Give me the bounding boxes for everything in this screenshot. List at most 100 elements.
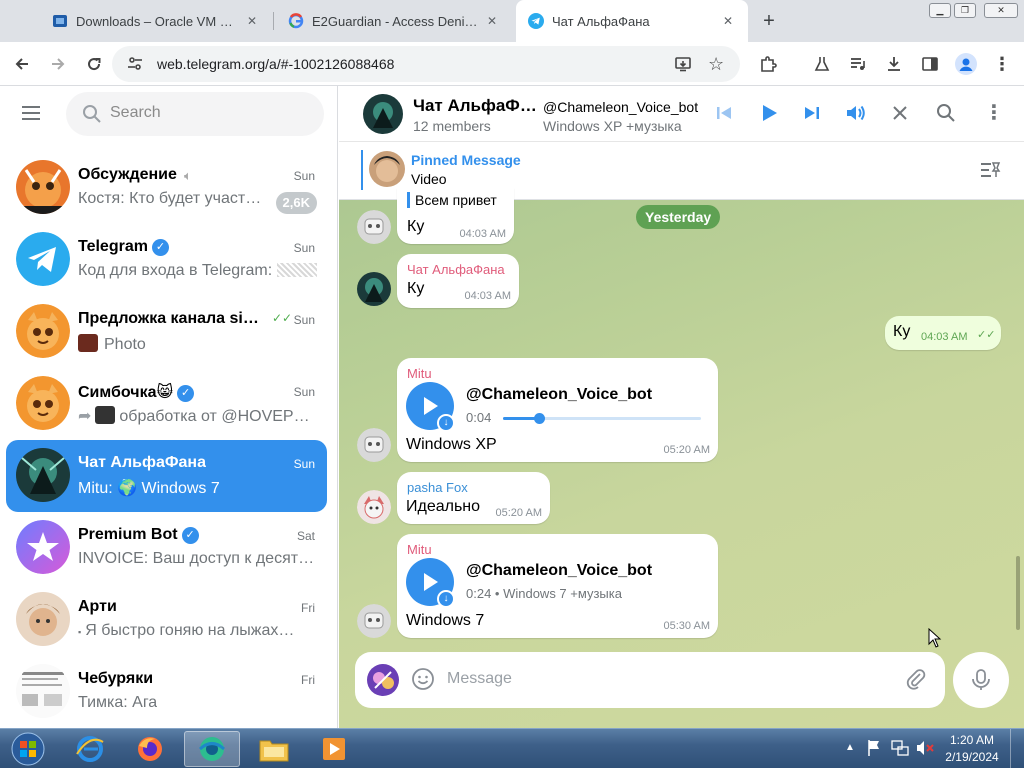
chat-name: Чебуряки	[78, 670, 154, 687]
clock-time[interactable]: 1:20 AM	[944, 733, 1000, 747]
action-center-flag-icon[interactable]	[866, 739, 882, 762]
chat-item-telegram[interactable]: Telegram ✓ Sun Код для входа в Telegram:	[6, 224, 327, 296]
firefox-icon[interactable]	[122, 731, 178, 767]
skip-previous-icon[interactable]	[715, 104, 733, 127]
star-bookmark-icon[interactable]: ☆	[708, 54, 724, 75]
tab-virtualbox[interactable]: Downloads – Oracle VM VirtualBox ✕	[40, 0, 272, 42]
sender-avatar[interactable]	[357, 210, 391, 244]
chat-item-arti[interactable]: Арти Fri ▪︎ Я быстро гоняю на лыжах…	[6, 584, 327, 656]
muted-icon: 🔈︎	[184, 168, 192, 183]
new-tab-button[interactable]: +	[758, 10, 780, 32]
pinned-thumbnail	[369, 151, 405, 187]
search-icon	[82, 104, 102, 129]
chat-title[interactable]: Чат АльфаФ…	[413, 96, 537, 116]
pinned-list-icon[interactable]	[979, 160, 1001, 185]
sender-name[interactable]: Чат АльфаФана	[407, 262, 505, 277]
profile-button[interactable]	[952, 50, 980, 78]
send-as-avatar[interactable]	[367, 664, 399, 696]
hamburger-menu-icon[interactable]	[20, 104, 42, 127]
browser-taskbar-item[interactable]	[184, 731, 240, 767]
labs-button[interactable]	[808, 50, 836, 78]
site-info-icon[interactable]	[126, 55, 144, 78]
address-bar[interactable]: web.telegram.org/a/#-1002126088468 ☆	[112, 46, 740, 82]
sender-name[interactable]: Mitu	[407, 366, 432, 381]
chat-item-premium-bot[interactable]: Premium Bot ✓ Sat INVOICE: Ваш доступ к д…	[6, 512, 327, 584]
avatar	[16, 520, 70, 574]
file-explorer-icon[interactable]	[246, 731, 302, 767]
message-input[interactable]: Message	[447, 670, 512, 688]
volume-muted-icon[interactable]	[915, 739, 935, 762]
restore-button[interactable]: ❐	[954, 3, 976, 18]
window-close-button[interactable]: ✕	[984, 3, 1018, 18]
reload-button[interactable]	[80, 50, 108, 78]
tab-e2guardian[interactable]: E2Guardian - Access Denied ✕	[276, 0, 512, 42]
sender-avatar[interactable]	[357, 272, 391, 306]
media-control-button[interactable]	[844, 50, 872, 78]
audio-seekbar-handle[interactable]	[533, 413, 545, 424]
volume-icon[interactable]	[845, 103, 867, 128]
menu-kebab-icon[interactable]: ⋮	[988, 50, 1016, 78]
install-app-icon[interactable]	[674, 55, 692, 78]
tab-telegram[interactable]: Чат АльфаФана ✕	[516, 0, 748, 42]
message-composer[interactable]: Message	[355, 652, 945, 708]
network-icon[interactable]	[891, 739, 909, 762]
message-text: Windows 7	[406, 612, 485, 629]
audio-message-bubble[interactable]: Mitu ↓ @Chameleon_Voice_bot 0:24 • Windo…	[397, 534, 718, 638]
chat-time: Sat	[296, 529, 315, 543]
internet-explorer-icon[interactable]	[62, 731, 118, 767]
chat-header: Чат АльфаФ… 12 members @Chameleon_Voice_…	[339, 86, 1024, 142]
download-icon[interactable]: ↓	[437, 590, 455, 608]
chat-avatar[interactable]	[363, 94, 403, 134]
avatar	[16, 160, 70, 214]
downloads-button[interactable]	[880, 50, 908, 78]
emoji-icon[interactable]	[411, 667, 435, 696]
message-bubble[interactable]: pasha Fox Идеально 05:20 AM	[397, 472, 550, 524]
side-panel-button[interactable]	[916, 50, 944, 78]
chat-item-simbochka[interactable]: Симбочка😸 ✓ Sun ➦ обработка от @HOVEPK…	[6, 368, 327, 440]
telegram-icon	[528, 13, 544, 29]
audio-message-bubble[interactable]: Mitu ↓ @Chameleon_Voice_bot 0:04 Windows…	[397, 358, 718, 462]
more-options-icon[interactable]: ⋮	[984, 100, 1004, 125]
scrollbar-thumb[interactable]	[1016, 556, 1020, 630]
show-desktop-button[interactable]	[1010, 729, 1024, 768]
search-icon[interactable]	[936, 103, 956, 128]
clock-date[interactable]: 2/19/2024	[944, 750, 1000, 764]
chat-item-cheburyaki[interactable]: Чебуряки Fri Тимка: Ага	[6, 656, 327, 728]
chat-item-obsuzhdenie[interactable]: Обсуждение 🔈︎ Sun Костя: Кто будет участ…	[6, 152, 327, 224]
forward-button[interactable]	[44, 50, 72, 78]
close-icon[interactable]: ✕	[484, 13, 500, 29]
download-icon[interactable]: ↓	[437, 414, 455, 432]
chat-item-predlozhka[interactable]: Предложка канала sim… ✓✓ Sun Photo	[6, 296, 327, 368]
play-icon[interactable]	[759, 103, 779, 128]
virtualbox-icon	[52, 13, 68, 29]
sender-avatar[interactable]	[357, 490, 391, 524]
player-title[interactable]: @Chameleon_Voice_bot	[543, 99, 698, 115]
voice-record-button[interactable]	[953, 652, 1009, 708]
audio-seekbar[interactable]	[503, 413, 701, 424]
sender-avatar[interactable]	[357, 604, 391, 638]
tab-title: Downloads – Oracle VM VirtualBox	[76, 13, 238, 29]
close-icon[interactable]: ✕	[720, 13, 736, 29]
media-player-icon[interactable]	[306, 731, 362, 767]
sender-name[interactable]: pasha Fox	[407, 480, 468, 495]
message-bubble[interactable]: Чат АльфаФана Ку 04:03 AM	[397, 254, 519, 308]
chat-name: Чат АльфаФана	[78, 454, 206, 471]
minimize-button[interactable]: ▁	[929, 3, 951, 18]
close-icon[interactable]: ✕	[244, 13, 260, 29]
chat-item-alfafan[interactable]: Чат АльфаФана Sun Mitu: 🌍 Windows 7	[6, 440, 327, 512]
side-panel-icon	[922, 57, 938, 71]
play-icon	[424, 573, 438, 591]
search-input[interactable]: Search	[66, 92, 324, 136]
tray-expand-icon[interactable]: ▲	[845, 742, 855, 753]
start-button[interactable]	[2, 731, 54, 767]
extensions-button[interactable]	[754, 50, 782, 78]
sender-avatar[interactable]	[357, 428, 391, 462]
attach-paperclip-icon[interactable]	[904, 667, 928, 696]
message-bubble-outgoing[interactable]: Ку 04:03 AM ✓✓	[885, 316, 1001, 350]
back-button[interactable]	[8, 50, 36, 78]
chat-time: Fri	[301, 673, 315, 687]
skip-next-icon[interactable]	[803, 104, 821, 127]
message-bubble[interactable]: Всем привет Ку 04:03 AM	[397, 188, 514, 244]
close-player-icon[interactable]	[891, 104, 909, 127]
sender-name[interactable]: Mitu	[407, 542, 432, 557]
